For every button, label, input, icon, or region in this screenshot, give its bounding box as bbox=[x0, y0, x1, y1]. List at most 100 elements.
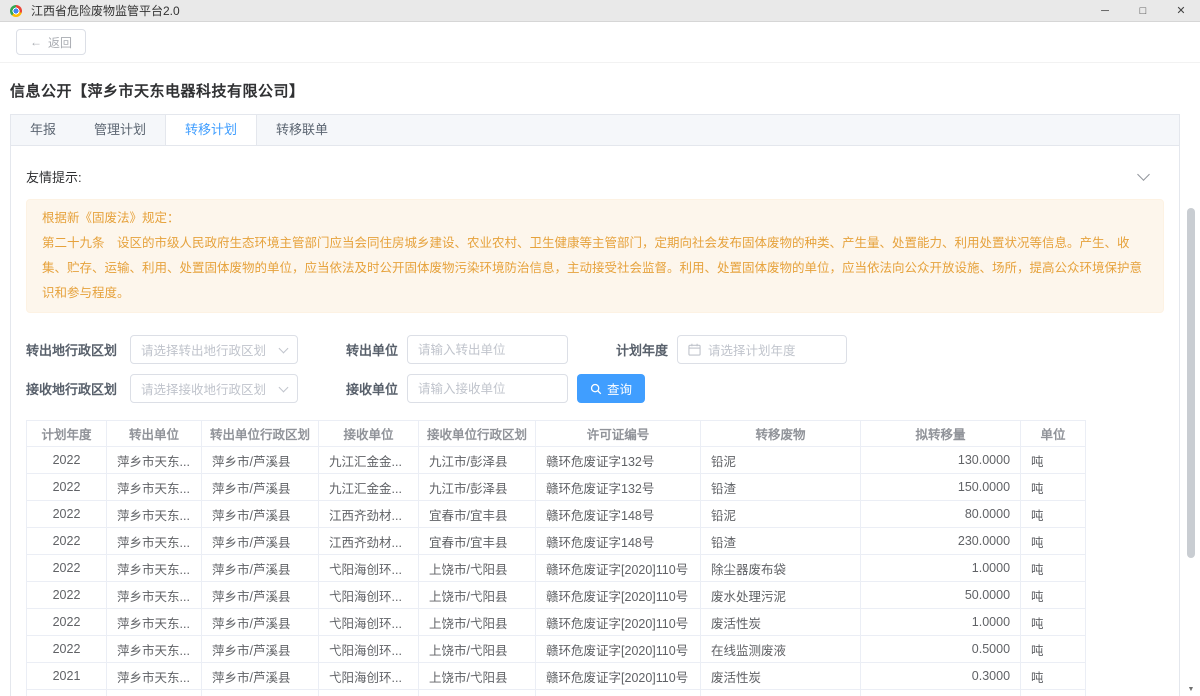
cell-waste-name: 除尘器废布袋 bbox=[701, 555, 861, 582]
cell-out-region: 萍乡市/芦溪县 bbox=[202, 609, 319, 636]
cell-out-region: 萍乡市/芦溪县 bbox=[202, 690, 319, 696]
tab-3[interactable]: 转移联单 bbox=[257, 115, 347, 145]
cell-license-no: 赣环危废证字132号 bbox=[536, 474, 701, 501]
cell-recv-region: 宜春市/宜丰县 bbox=[419, 501, 536, 528]
table-row: 2022萍乡市天东...萍乡市/芦溪县江西齐劲材...宜春市/宜丰县赣环危废证字… bbox=[27, 501, 1086, 528]
cell-recv-unit: 江西齐劲材... bbox=[319, 501, 419, 528]
column-header-license-no: 许可证编号 bbox=[536, 421, 701, 447]
collapse-chevron-down-icon[interactable] bbox=[1137, 168, 1150, 181]
tab-0[interactable]: 年报 bbox=[11, 115, 75, 145]
cell-out-region: 萍乡市/芦溪县 bbox=[202, 555, 319, 582]
maximize-icon[interactable]: □ bbox=[1124, 0, 1162, 21]
cell-recv-region: 九江市/彭泽县 bbox=[419, 474, 536, 501]
recv-region-label: 接收地行政区划 bbox=[26, 379, 121, 398]
window-titlebar: 江西省危险废物监管平台2.0 ─ □ ✕ bbox=[0, 0, 1200, 22]
tab-2[interactable]: 转移计划 bbox=[165, 115, 257, 145]
cell-out-unit: 萍乡市天东... bbox=[107, 447, 202, 474]
search-button[interactable]: 查询 bbox=[577, 374, 645, 403]
cell-recv-region: 上饶市/弋阳县 bbox=[419, 609, 536, 636]
cell-unit: 吨 bbox=[1021, 501, 1086, 528]
cell-out-unit: 萍乡市天东... bbox=[107, 555, 202, 582]
column-header-waste-name: 转移废物 bbox=[701, 421, 861, 447]
out-unit-input[interactable] bbox=[407, 335, 568, 364]
window-controls: ─ □ ✕ bbox=[1086, 0, 1200, 21]
recv-unit-input[interactable] bbox=[407, 374, 568, 403]
cell-amount: 230.0000 bbox=[861, 528, 1021, 555]
regulation-line-2: 第二十九条 设区的市级人民政府生态环境主管部门应当会同住房城乡建设、农业农村、卫… bbox=[42, 231, 1148, 306]
window-title: 江西省危险废物监管平台2.0 bbox=[31, 2, 180, 19]
cell-recv-unit: 弋阳海创环... bbox=[319, 690, 419, 696]
scrollbar-down-arrow-icon[interactable]: ▼ bbox=[1187, 686, 1195, 693]
table-row: 2022萍乡市天东...萍乡市/芦溪县弋阳海创环...上饶市/弋阳县赣环危废证字… bbox=[27, 609, 1086, 636]
out-region-select[interactable]: 请选择转出地行政区划 bbox=[130, 335, 298, 364]
cell-license-no: 赣环危废证字[2020]110号 bbox=[536, 609, 701, 636]
transfer-plan-table: 计划年度转出单位转出单位行政区划接收单位接收单位行政区划许可证编号转移废物拟转移… bbox=[26, 420, 1086, 696]
calendar-icon bbox=[688, 343, 701, 356]
cell-waste-name: 废活性炭 bbox=[701, 663, 861, 690]
cell-waste-name: 铅泥 bbox=[701, 501, 861, 528]
cell-recv-region: 上饶市/弋阳县 bbox=[419, 582, 536, 609]
column-header-out-unit: 转出单位 bbox=[107, 421, 202, 447]
search-button-label: 查询 bbox=[607, 379, 632, 398]
cell-recv-region: 上饶市/弋阳县 bbox=[419, 636, 536, 663]
cell-amount: 0.5000 bbox=[861, 636, 1021, 663]
column-header-amount: 拟转移量 bbox=[861, 421, 1021, 447]
cell-waste-name: 在线监测废液 bbox=[701, 636, 861, 663]
cell-out-unit: 萍乡市天东... bbox=[107, 609, 202, 636]
cell-license-no: 赣环危废证字148号 bbox=[536, 501, 701, 528]
scrollbar-track[interactable]: ▼ bbox=[1187, 22, 1196, 696]
close-icon[interactable]: ✕ bbox=[1162, 0, 1200, 21]
back-button[interactable]: ← 返回 bbox=[16, 29, 86, 55]
cell-plan-year: 2022 bbox=[27, 501, 107, 528]
tab-1[interactable]: 管理计划 bbox=[75, 115, 165, 145]
cell-plan-year: 2021 bbox=[27, 663, 107, 690]
cell-recv-region: 上饶市/弋阳县 bbox=[419, 690, 536, 696]
cell-waste-name: 在线监测废液 bbox=[701, 690, 861, 696]
table-row: 2022萍乡市天东...萍乡市/芦溪县弋阳海创环...上饶市/弋阳县赣环危废证字… bbox=[27, 636, 1086, 663]
plan-year-placeholder: 请选择计划年度 bbox=[708, 340, 796, 359]
cell-recv-unit: 弋阳海创环... bbox=[319, 636, 419, 663]
cell-license-no: 赣环危废证字148号 bbox=[536, 528, 701, 555]
recv-unit-label: 接收单位 bbox=[338, 379, 398, 398]
cell-waste-name: 铅泥 bbox=[701, 447, 861, 474]
cell-unit: 吨 bbox=[1021, 663, 1086, 690]
cell-amount: 80.0000 bbox=[861, 501, 1021, 528]
cell-waste-name: 铅渣 bbox=[701, 474, 861, 501]
cell-unit: 吨 bbox=[1021, 582, 1086, 609]
tab-bar: 年报管理计划转移计划转移联单 bbox=[11, 115, 1179, 146]
cell-out-region: 萍乡市/芦溪县 bbox=[202, 447, 319, 474]
out-region-label: 转出地行政区划 bbox=[26, 340, 121, 359]
cell-out-region: 萍乡市/芦溪县 bbox=[202, 636, 319, 663]
table-header-row: 计划年度转出单位转出单位行政区划接收单位接收单位行政区划许可证编号转移废物拟转移… bbox=[27, 421, 1086, 447]
cell-recv-unit: 九江汇金金... bbox=[319, 474, 419, 501]
cell-recv-unit: 弋阳海创环... bbox=[319, 555, 419, 582]
cell-unit: 吨 bbox=[1021, 474, 1086, 501]
cell-license-no: 赣环危废证字[2020]110号 bbox=[536, 690, 701, 696]
regulation-line-1: 根据新《固废法》规定： bbox=[42, 206, 1148, 231]
cell-out-region: 萍乡市/芦溪县 bbox=[202, 501, 319, 528]
cell-license-no: 赣环危废证字[2020]110号 bbox=[536, 555, 701, 582]
cell-recv-unit: 九江汇金金... bbox=[319, 447, 419, 474]
tip-header: 友情提示: bbox=[26, 167, 1164, 186]
minimize-icon[interactable]: ─ bbox=[1086, 0, 1124, 21]
app-logo-icon bbox=[10, 5, 22, 17]
cell-unit: 吨 bbox=[1021, 447, 1086, 474]
cell-out-region: 萍乡市/芦溪县 bbox=[202, 663, 319, 690]
table-row: 2021萍乡市天东...萍乡市/芦溪县弋阳海创环...上饶市/弋阳县赣环危废证字… bbox=[27, 690, 1086, 696]
cell-recv-unit: 弋阳海创环... bbox=[319, 582, 419, 609]
cell-recv-region: 上饶市/弋阳县 bbox=[419, 663, 536, 690]
cell-license-no: 赣环危废证字[2020]110号 bbox=[536, 663, 701, 690]
plan-year-datepicker[interactable]: 请选择计划年度 bbox=[677, 335, 847, 364]
cell-recv-unit: 弋阳海创环... bbox=[319, 609, 419, 636]
scrollbar-thumb[interactable] bbox=[1187, 208, 1195, 558]
recv-region-select[interactable]: 请选择接收地行政区划 bbox=[130, 374, 298, 403]
cell-out-region: 萍乡市/芦溪县 bbox=[202, 582, 319, 609]
column-header-recv-region: 接收单位行政区划 bbox=[419, 421, 536, 447]
cell-out-unit: 萍乡市天东... bbox=[107, 474, 202, 501]
out-region-placeholder: 请选择转出地行政区划 bbox=[141, 340, 266, 359]
cell-out-unit: 萍乡市天东... bbox=[107, 663, 202, 690]
cell-amount: 0.3000 bbox=[861, 663, 1021, 690]
chevron-down-icon bbox=[279, 382, 289, 392]
cell-amount: 50.0000 bbox=[861, 582, 1021, 609]
table-row: 2022萍乡市天东...萍乡市/芦溪县江西齐劲材...宜春市/宜丰县赣环危废证字… bbox=[27, 528, 1086, 555]
